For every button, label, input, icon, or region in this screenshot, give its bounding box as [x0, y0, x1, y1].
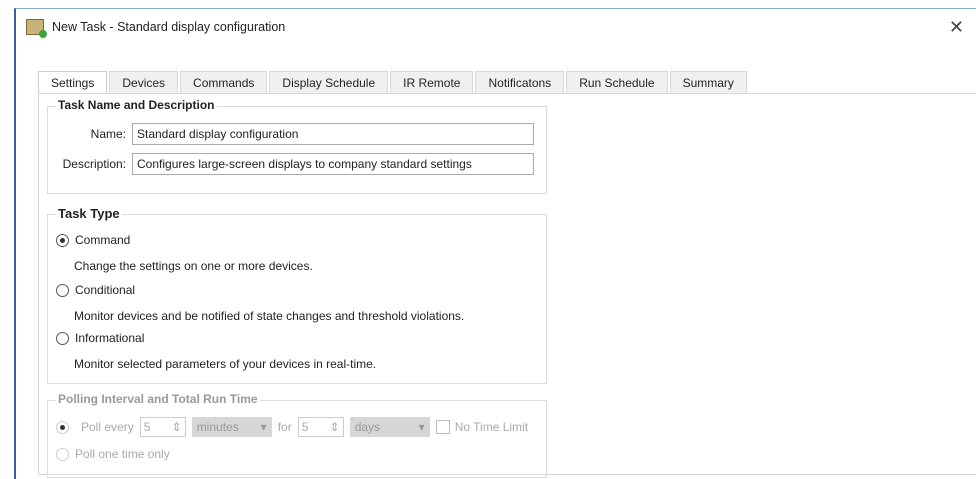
interval-stepper[interactable]: 5 ⇕	[139, 417, 186, 437]
radio-label: Command	[75, 233, 131, 247]
poll-once-label: Poll one time only	[75, 447, 170, 461]
interval-unit-dropdown[interactable]: minutes ▾	[191, 417, 272, 437]
dropdown-value: days	[354, 420, 381, 434]
tab-run-schedule[interactable]: Run Schedule	[566, 71, 668, 93]
radio-conditional[interactable]: Conditional	[56, 283, 135, 297]
task-icon	[26, 19, 47, 38]
spin-arrows-icon: ⇕	[171, 420, 182, 434]
no-time-limit-label: No Time Limit	[454, 420, 529, 434]
tab-settings[interactable]: Settings	[38, 71, 108, 95]
radio-icon	[56, 331, 69, 345]
description-label: Description:	[62, 157, 126, 171]
for-label: for	[277, 420, 292, 434]
group-title: Polling Interval and Total Run Time	[56, 392, 260, 406]
task-type-group: Task Type Command Change the settings on…	[47, 206, 547, 384]
radio-label: Conditional	[75, 283, 136, 297]
tab-commands[interactable]: Commands	[180, 71, 268, 93]
radio-label: Informational	[75, 331, 145, 345]
tab-bar: Settings Devices Commands Display Schedu…	[38, 71, 749, 95]
radio-icon	[56, 283, 69, 297]
option-description: Change the settings on one or more devic…	[74, 259, 313, 273]
chevron-down-icon: ▾	[418, 420, 425, 434]
group-title: Task Name and Description	[56, 98, 217, 112]
tab-ir-remote[interactable]: IR Remote	[390, 71, 474, 93]
radio-command[interactable]: Command	[56, 233, 130, 247]
radio-icon	[56, 233, 69, 247]
spin-arrows-icon: ⇕	[329, 420, 340, 434]
dropdown-value: minutes	[196, 420, 239, 434]
stepper-value: 5	[143, 420, 151, 434]
dialog-window: New Task - Standard display configuratio…	[14, 8, 976, 479]
polling-group: Polling Interval and Total Run Time Poll…	[47, 392, 547, 478]
duration-unit-dropdown[interactable]: days ▾	[349, 417, 430, 437]
radio-informational[interactable]: Informational	[56, 331, 144, 345]
group-title: Task Type	[56, 206, 122, 221]
close-icon[interactable]: ✕	[949, 17, 964, 38]
poll-every-label: Poll every	[81, 420, 134, 434]
radio-poll-once[interactable]	[56, 447, 69, 461]
title-bar: New Task - Standard display configuratio…	[16, 9, 976, 45]
radio-poll-every[interactable]	[56, 420, 69, 434]
tab-notifications[interactable]: Notificatons	[475, 71, 565, 93]
option-description: Monitor devices and be notified of state…	[74, 309, 465, 323]
no-time-limit-checkbox[interactable]	[435, 420, 450, 434]
description-input[interactable]: Configures large-screen displays to comp…	[132, 153, 534, 175]
stepper-value: 5	[301, 420, 309, 434]
name-label: Name:	[90, 127, 126, 141]
chevron-down-icon: ▾	[260, 420, 267, 434]
tab-devices[interactable]: Devices	[109, 71, 179, 93]
name-input[interactable]: Standard display configuration	[132, 123, 534, 145]
tab-summary[interactable]: Summary	[669, 71, 747, 93]
duration-stepper[interactable]: 5 ⇕	[297, 417, 344, 437]
window-title: New Task - Standard display configuratio…	[52, 20, 286, 34]
option-description: Monitor selected parameters of your devi…	[74, 357, 377, 371]
tab-display-schedule[interactable]: Display Schedule	[269, 71, 389, 93]
task-name-group: Task Name and Description Name: Standard…	[47, 98, 547, 194]
settings-panel: Task Name and Description Name: Standard…	[38, 93, 976, 478]
